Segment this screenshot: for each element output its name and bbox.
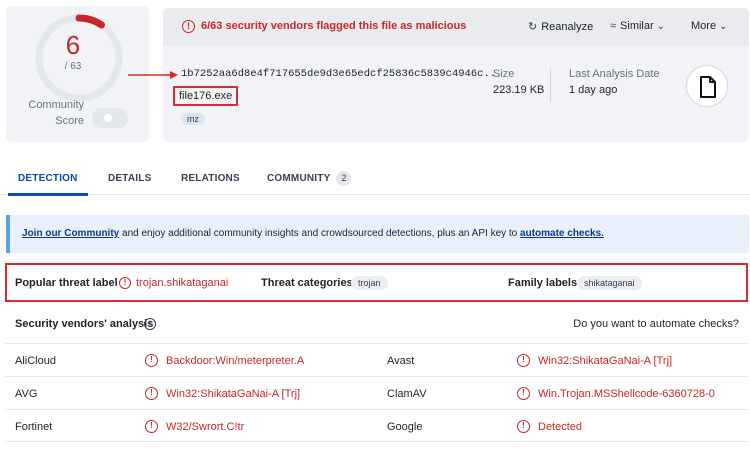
- community-count-badge: 2: [336, 171, 352, 186]
- alert-circle-icon: !: [145, 420, 158, 433]
- chevron-down-icon: ⌄: [656, 21, 666, 32]
- join-community-link[interactable]: Join our Community: [22, 228, 119, 239]
- community-banner: Join our Community and enjoy additional …: [6, 215, 749, 253]
- chevron-down-icon: ⌄: [719, 21, 728, 32]
- alert-circle-icon: !: [145, 354, 158, 367]
- vendors-analysis-title: Security vendors' analysis: [15, 318, 154, 330]
- file-hash[interactable]: 1b7252aa6d8e4f717655de9d3e65edcf25836c58…: [181, 68, 502, 80]
- analysis-value: 1 day ago: [569, 84, 618, 96]
- tab-relations[interactable]: RELATIONS: [181, 173, 240, 184]
- tab-details[interactable]: DETAILS: [108, 173, 151, 184]
- threat-category-pill[interactable]: trojan: [351, 276, 388, 290]
- active-tab-indicator: [8, 193, 88, 196]
- vendor-name: AliCloud: [15, 355, 56, 367]
- vendor-result: Win32:ShikataGaNai-A [Trj]: [538, 355, 673, 367]
- meta-divider: [550, 68, 551, 102]
- info-icon[interactable]: i: [144, 318, 156, 330]
- automate-checks-prompt[interactable]: Do you want to automate checks?: [573, 318, 739, 330]
- file-name: file176.exe: [173, 86, 239, 106]
- popular-threat-label: Popular threat label: [15, 277, 118, 289]
- vendor-result: Win.Trojan.MSShellcode-6360728-0: [538, 388, 715, 400]
- tab-community-label: COMMUNITY: [267, 173, 331, 184]
- refresh-icon: ↻: [528, 21, 538, 33]
- alert-message: 6/63 security vendors flagged this file …: [201, 20, 467, 32]
- reanalyze-button[interactable]: ↻ Reanalyze: [528, 20, 593, 33]
- table-row: AVG ! Win32:ShikataGaNai-A [Trj] ClamAV …: [5, 376, 748, 409]
- size-value: 223.19 KB: [493, 84, 545, 96]
- vendor-result: W32/Swrort.C!tr: [166, 421, 245, 433]
- alert-circle-icon: !: [145, 387, 158, 400]
- file-info-card: ! 6/63 security vendors flagged this fil…: [163, 8, 749, 142]
- alert-circle-icon: !: [182, 20, 195, 33]
- size-label: Size: [493, 68, 515, 80]
- tab-detection[interactable]: DETECTION: [18, 173, 78, 184]
- banner-text: Join our Community and enjoy additional …: [22, 228, 604, 239]
- family-label-pill[interactable]: shikataganai: [577, 276, 642, 290]
- similar-button[interactable]: ≈ Similar ⌄: [610, 20, 665, 32]
- alert-circle-icon: !: [517, 420, 530, 433]
- vendor-result: Win32:ShikataGaNai-A [Trj]: [166, 388, 301, 400]
- more-button[interactable]: More ⌄: [691, 20, 727, 32]
- annotation-arrow-icon: [128, 71, 178, 79]
- reanalyze-label: Reanalyze: [541, 21, 594, 33]
- detection-total: / 63: [64, 61, 82, 72]
- file-icon: [700, 76, 716, 98]
- vendor-name: Google: [387, 421, 423, 433]
- vendor-result: Detected: [538, 421, 583, 433]
- file-type-badge: [686, 65, 728, 107]
- vendor-name: Avast: [387, 355, 415, 367]
- alert-circle-icon: !: [517, 387, 530, 400]
- alert-circle-icon: !: [517, 354, 530, 367]
- community-score-toggle[interactable]: [92, 108, 128, 128]
- file-tag[interactable]: mz: [181, 113, 205, 125]
- table-row: AliCloud ! Backdoor:Win/meterpreter.A Av…: [5, 343, 748, 376]
- table-row: Fortinet ! W32/Swrort.C!tr Google ! Dete…: [5, 409, 748, 442]
- section-tabs: DETECTION DETAILS RELATIONS COMMUNITY 2: [0, 165, 750, 195]
- popular-threat-value[interactable]: trojan.shikataganai: [136, 277, 228, 289]
- family-labels-label: Family labels: [508, 277, 578, 289]
- vendor-name: Fortinet: [15, 421, 53, 433]
- community-score-label: Community Score: [28, 99, 84, 127]
- vendors-table: AliCloud ! Backdoor:Win/meterpreter.A Av…: [5, 343, 748, 442]
- analysis-label: Last Analysis Date: [569, 68, 660, 80]
- detection-count: 6: [65, 30, 81, 60]
- threat-categories-label: Threat categories: [261, 277, 353, 289]
- similar-icon: ≈: [610, 20, 617, 32]
- automate-checks-link[interactable]: automate checks.: [520, 228, 604, 239]
- similar-label: Similar: [620, 20, 654, 32]
- banner-middle-text: and enjoy additional community insights …: [119, 228, 521, 239]
- alert-header: ! 6/63 security vendors flagged this fil…: [163, 8, 749, 46]
- more-label: More: [691, 20, 717, 32]
- vendor-name: ClamAV: [387, 388, 427, 400]
- file-size: Size 223.19 KB: [493, 68, 544, 96]
- alert-circle-icon: !: [119, 277, 131, 289]
- threat-summary: Popular threat label ! trojan.shikatagan…: [5, 263, 748, 302]
- vendor-result: Backdoor:Win/meterpreter.A: [166, 355, 305, 367]
- last-analysis: Last Analysis Date 1 day ago: [569, 68, 660, 96]
- vendor-name: AVG: [15, 388, 38, 400]
- tab-community[interactable]: COMMUNITY 2: [267, 171, 352, 186]
